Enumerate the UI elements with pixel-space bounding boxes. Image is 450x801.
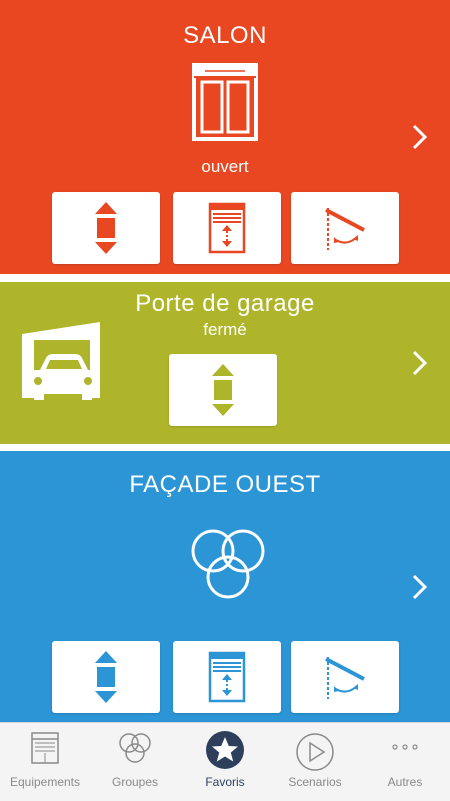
card-title: Porte de garage: [135, 290, 315, 317]
blind-position-button[interactable]: [173, 641, 281, 713]
up-down-arrows-icon: [95, 202, 117, 254]
tab-label: Groupes: [111, 775, 159, 789]
star-icon: [206, 731, 244, 769]
card-title: SALON: [183, 22, 267, 49]
up-down-button[interactable]: [169, 354, 277, 426]
slat-tilt-icon: [325, 208, 365, 250]
blind-position-button[interactable]: [173, 192, 281, 264]
up-down-arrows-icon: [212, 364, 234, 416]
slat-tilt-icon: [325, 657, 365, 699]
tab-label: Favoris: [205, 775, 245, 789]
tab-groupes[interactable]: Groupes: [90, 723, 180, 801]
more-icon: [392, 744, 418, 750]
slat-tilt-button[interactable]: [291, 192, 399, 264]
slat-tilt-button[interactable]: [291, 641, 399, 713]
card-garage: Porte de garage fermé: [0, 282, 450, 444]
chevron-right-icon[interactable]: [410, 572, 430, 602]
card-facade-ouest: FAÇADE OUEST: [0, 451, 450, 722]
card-title: FAÇADE OUEST: [129, 471, 321, 498]
tab-favoris[interactable]: Favoris: [180, 723, 270, 801]
blind-position-icon: [208, 651, 246, 703]
garage-car-icon: [22, 322, 100, 400]
tab-autres[interactable]: Autres: [360, 723, 450, 801]
chevron-right-icon[interactable]: [410, 348, 430, 378]
equipment-icon: [31, 732, 59, 764]
groups-icon: [119, 733, 151, 763]
tab-label: Equipements: [9, 775, 81, 789]
up-down-button[interactable]: [52, 192, 160, 264]
tab-bar: Equipements Groupes Favoris Scenarios Au…: [0, 722, 450, 801]
play-icon: [296, 733, 334, 771]
up-down-button[interactable]: [52, 641, 160, 713]
tab-label: Scenarios: [288, 775, 342, 789]
tab-label: Autres: [387, 775, 423, 789]
tab-scenarios[interactable]: Scenarios: [270, 723, 360, 801]
chevron-right-icon[interactable]: [410, 122, 430, 152]
blind-position-icon: [208, 202, 246, 254]
window-icon: [192, 63, 258, 141]
group-circles-icon: [191, 529, 265, 599]
card-status: ouvert: [201, 157, 249, 176]
up-down-arrows-icon: [95, 651, 117, 703]
tab-equipements[interactable]: Equipements: [0, 723, 90, 801]
card-salon: SALON ouvert: [0, 0, 450, 274]
